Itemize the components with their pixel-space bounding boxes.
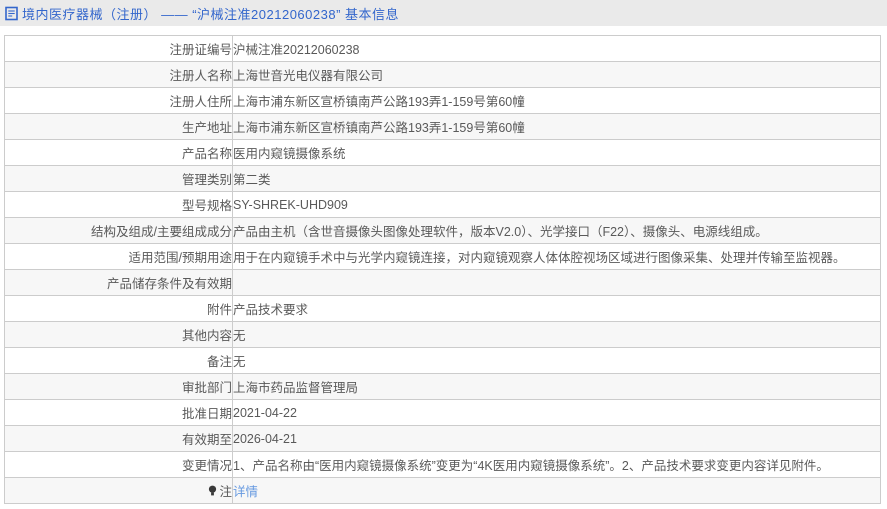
table-row: 批准日期 2021-04-22 bbox=[4, 399, 881, 426]
row-value: 1、产品名称由“医用内窥镜摄像系统”变更为“4K医用内窥镜摄像系统”。2、产品技… bbox=[232, 451, 881, 478]
table-row: 有效期至 2026-04-21 bbox=[4, 425, 881, 452]
row-label: 审批部门 bbox=[4, 373, 233, 400]
table-row: 生产地址 上海市浦东新区宣桥镇南芦公路193弄1-159号第60幢 bbox=[4, 113, 881, 140]
row-value: 上海世音光电仪器有限公司 bbox=[232, 61, 881, 88]
row-label-text: 产品名称 bbox=[181, 147, 232, 161]
row-value: 上海市浦东新区宣桥镇南芦公路193弄1-159号第60幢 bbox=[232, 113, 881, 140]
table-row: 注详情 bbox=[4, 477, 881, 504]
table-row: 变更情况 1、产品名称由“医用内窥镜摄像系统”变更为“4K医用内窥镜摄像系统”。2… bbox=[4, 451, 881, 478]
row-label-text: 适用范围/预期用途 bbox=[128, 251, 232, 265]
table-row: 备注无 bbox=[4, 347, 881, 374]
row-label-text: 型号规格 bbox=[181, 199, 232, 213]
row-label: 生产地址 bbox=[4, 113, 233, 140]
row-label-text: 其他内容 bbox=[181, 329, 232, 343]
row-label: 附件 bbox=[4, 295, 233, 322]
table-row: 结构及组成/主要组成成分 产品由主机（含世音摄像头图像处理软件，版本V2.0）、光… bbox=[4, 217, 881, 244]
row-label: 结构及组成/主要组成成分 bbox=[4, 217, 233, 244]
table-row: 管理类别 第二类 bbox=[4, 165, 881, 192]
table-row: 型号规格 SY-SHREK-UHD909 bbox=[4, 191, 881, 218]
row-value: 上海市药品监督管理局 bbox=[232, 373, 881, 400]
row-label-text: 管理类别 bbox=[181, 173, 232, 187]
row-label-text: 注册证编号 bbox=[169, 43, 232, 57]
row-label-text: 附件 bbox=[206, 303, 232, 317]
row-label: 注册人住所 bbox=[4, 87, 233, 114]
row-label-text: 审批部门 bbox=[181, 381, 232, 395]
row-label: 产品名称 bbox=[4, 139, 233, 166]
row-value: 产品技术要求 bbox=[232, 295, 881, 322]
row-label-text: 注册人住所 bbox=[169, 95, 232, 109]
row-label-text: 注册人名称 bbox=[169, 69, 232, 83]
row-label: 注册人名称 bbox=[4, 61, 233, 88]
row-value: 沪械注准20212060238 bbox=[232, 35, 881, 62]
page-title: 境内医疗器械（注册） —— “沪械注准20212060238” 基本信息 bbox=[22, 6, 400, 22]
row-label-text: 批准日期 bbox=[181, 407, 232, 421]
row-value: 用于在内窥镜手术中与光学内窥镜连接，对内窥镜观察人体体腔视场区域进行图像采集、处… bbox=[232, 243, 881, 270]
row-label-text: 生产地址 bbox=[181, 121, 232, 135]
row-label: 产品储存条件及有效期 bbox=[4, 269, 233, 296]
table-row: 审批部门 上海市药品监督管理局 bbox=[4, 373, 881, 400]
row-label: 其他内容 bbox=[4, 321, 233, 348]
row-label: 变更情况 bbox=[4, 451, 233, 478]
table-row: 产品储存条件及有效期 bbox=[4, 269, 881, 296]
row-value: 无 bbox=[232, 347, 881, 374]
row-label: 型号规格 bbox=[4, 191, 233, 218]
row-value: SY-SHREK-UHD909 bbox=[232, 191, 881, 218]
row-value: 无 bbox=[232, 321, 881, 348]
row-value: 2026-04-21 bbox=[232, 425, 881, 452]
row-value bbox=[232, 269, 881, 296]
row-label: 备注 bbox=[4, 347, 233, 374]
row-value: 产品由主机（含世音摄像头图像处理软件，版本V2.0）、光学接口（F22）、摄像头… bbox=[232, 217, 881, 244]
table-row: 注册人住所 上海市浦东新区宣桥镇南芦公路193弄1-159号第60幢 bbox=[4, 87, 881, 114]
info-table-body: 注册证编号 沪械注准20212060238 注册人名称 上海世音光电仪器有限公司 注册人… bbox=[4, 35, 881, 504]
table-row: 注册人名称 上海世音光电仪器有限公司 bbox=[4, 61, 881, 88]
row-label: 管理类别 bbox=[4, 165, 233, 192]
row-value: 第二类 bbox=[232, 165, 881, 192]
row-value: 医用内窥镜摄像系统 bbox=[232, 139, 881, 166]
row-label: 适用范围/预期用途 bbox=[4, 243, 233, 270]
bulb-icon bbox=[208, 485, 217, 500]
page-header: 境内医疗器械（注册） —— “沪械注准20212060238” 基本信息 bbox=[0, 0, 887, 26]
table-row: 产品名称 医用内窥镜摄像系统 bbox=[4, 139, 881, 166]
row-label: 批准日期 bbox=[4, 399, 233, 426]
row-label-text: 变更情况 bbox=[181, 459, 232, 473]
row-value: 2021-04-22 bbox=[232, 399, 881, 426]
row-value: 上海市浦东新区宣桥镇南芦公路193弄1-159号第60幢 bbox=[232, 87, 881, 114]
row-label-text: 备注 bbox=[206, 355, 232, 369]
table-row: 注册证编号 沪械注准20212060238 bbox=[4, 35, 881, 62]
table-row: 其他内容无 bbox=[4, 321, 881, 348]
row-label: 有效期至 bbox=[4, 425, 233, 452]
row-label-text: 产品储存条件及有效期 bbox=[106, 277, 232, 291]
row-label-text: 结构及组成/主要组成成分 bbox=[91, 225, 232, 239]
document-icon bbox=[5, 6, 18, 21]
table-row: 适用范围/预期用途 用于在内窥镜手术中与光学内窥镜连接，对内窥镜观察人体体腔视场区… bbox=[4, 243, 881, 270]
row-label: 注册证编号 bbox=[4, 35, 233, 62]
row-label-text: 注 bbox=[219, 485, 232, 499]
table-row: 附件 产品技术要求 bbox=[4, 295, 881, 322]
row-label-text: 有效期至 bbox=[181, 433, 232, 447]
details-link[interactable]: 详情 bbox=[234, 485, 259, 499]
registration-info-table: 注册证编号 沪械注准20212060238 注册人名称 上海世音光电仪器有限公司 注册人… bbox=[4, 35, 881, 504]
row-value: 详情 bbox=[232, 477, 881, 504]
row-label: 注 bbox=[4, 477, 233, 504]
